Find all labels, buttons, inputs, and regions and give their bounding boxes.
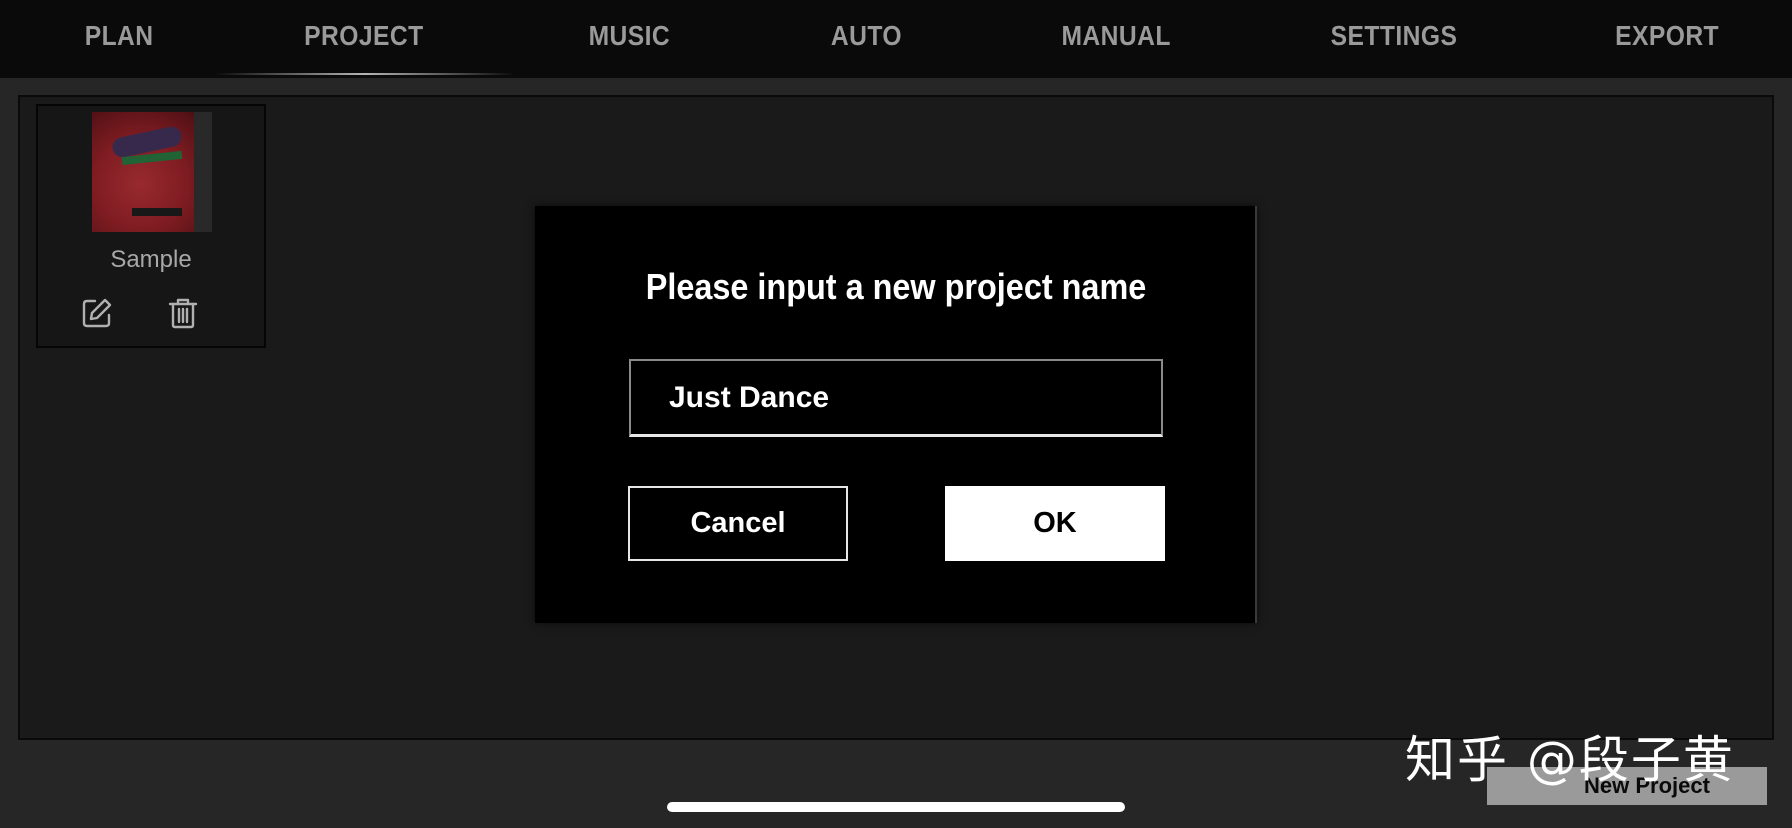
project-thumbnail (92, 112, 212, 232)
app-root: PLAN PROJECT MUSIC AUTO MANUAL SETTINGS … (0, 0, 1792, 828)
top-nav: PLAN PROJECT MUSIC AUTO MANUAL SETTINGS … (0, 0, 1792, 78)
tab-project[interactable]: PROJECT (304, 20, 423, 52)
cancel-button[interactable]: Cancel (628, 486, 848, 561)
trash-icon[interactable] (166, 296, 200, 330)
active-tab-indicator (215, 73, 515, 75)
tab-auto[interactable]: AUTO (831, 20, 902, 52)
watermark-text: 知乎 @段子黄 (1405, 731, 1735, 789)
tab-settings[interactable]: SETTINGS (1331, 20, 1458, 52)
edit-icon[interactable] (80, 296, 114, 330)
project-card[interactable]: Sample (36, 104, 266, 348)
tab-export[interactable]: EXPORT (1615, 20, 1719, 52)
project-name: Sample (110, 246, 192, 273)
new-project-dialog: Please input a new project name Cancel O… (535, 206, 1257, 623)
tab-plan[interactable]: PLAN (85, 20, 154, 52)
tab-manual[interactable]: MANUAL (1061, 20, 1170, 52)
tab-music[interactable]: MUSIC (589, 20, 671, 52)
home-indicator (667, 802, 1125, 812)
ok-button[interactable]: OK (945, 486, 1165, 561)
project-name-input[interactable] (629, 359, 1163, 437)
dialog-title: Please input a new project name (645, 266, 1147, 307)
